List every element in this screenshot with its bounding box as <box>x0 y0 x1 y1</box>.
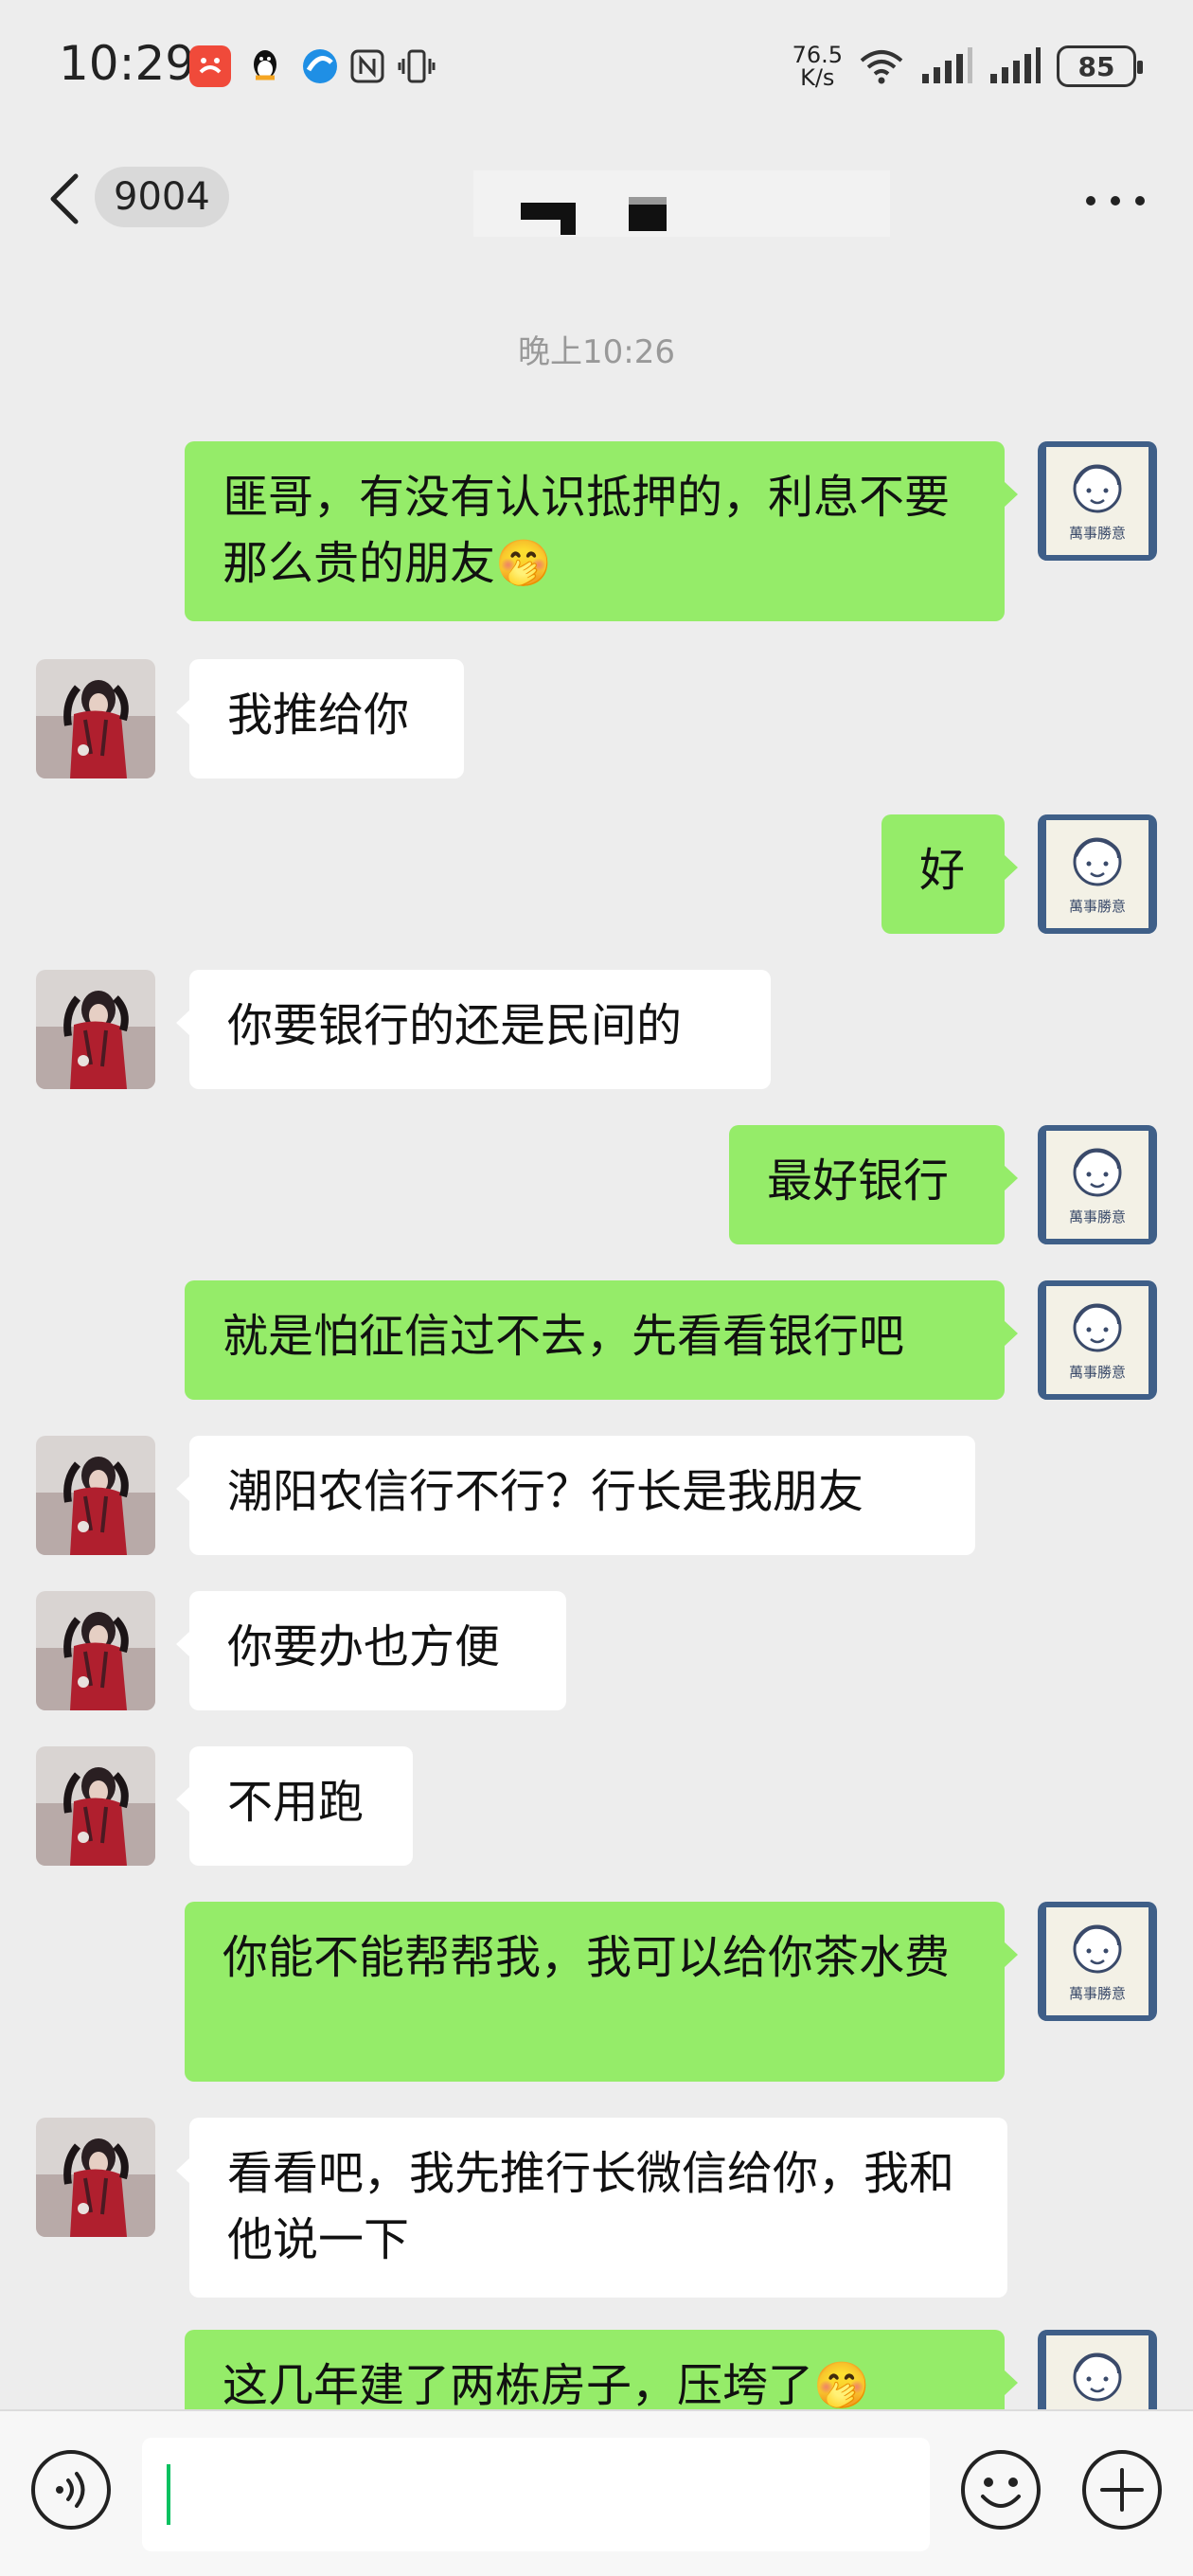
more-actions-button[interactable] <box>1079 2447 1165 2532</box>
app-notification-icon <box>189 45 231 87</box>
battery-icon: 85 <box>1057 45 1143 87</box>
contact-avatar[interactable] <box>36 1591 155 1710</box>
avatar-caption: 萬事勝意 <box>1069 898 1126 915</box>
my-avatar[interactable]: 萬事勝意 <box>1038 441 1157 561</box>
signal-icon <box>922 47 972 83</box>
wifi-icon <box>860 50 903 84</box>
my-avatar[interactable]: 萬事勝意 <box>1038 1902 1157 2021</box>
contact-avatar[interactable] <box>36 2118 155 2237</box>
message-bubble[interactable]: 你能不能帮帮我，我可以给你茶水费 <box>185 1902 1018 2082</box>
message-bubble[interactable]: 最好银行 <box>729 1125 1018 1244</box>
vibrate-icon <box>396 45 437 87</box>
plus-icon <box>1082 2450 1162 2530</box>
unread-count-badge[interactable]: 9004 <box>95 167 229 227</box>
avatar-caption: 萬事勝意 <box>1069 1985 1126 2002</box>
more-button[interactable] <box>1077 184 1153 218</box>
message-list[interactable]: 晚上10:26 匪哥，有没有认识抵押的，利息不要那么贵的朋友🤭 萬事勝意 我推给… <box>0 265 1193 2409</box>
signal-icon <box>990 47 1041 83</box>
my-avatar[interactable]: 萬事勝意 <box>1038 2330 1157 2409</box>
network-speed: 76.5 K/s <box>792 42 843 91</box>
contact-avatar[interactable] <box>36 1746 155 1866</box>
my-avatar[interactable]: 萬事勝意 <box>1038 1125 1157 1244</box>
message-bubble[interactable]: 我推给你 <box>176 659 464 778</box>
message-timestamp: 晚上10:26 <box>518 333 675 371</box>
text-caret <box>167 2464 170 2525</box>
message-input[interactable] <box>142 2438 930 2551</box>
chevron-left-icon <box>50 173 79 224</box>
laughing-emoji-icon: 🤭 <box>495 537 552 590</box>
message-bubble[interactable]: 你要银行的还是民间的 <box>176 970 771 1089</box>
nfc-icon <box>347 45 388 87</box>
input-bar <box>0 2409 1193 2576</box>
status-right: 76.5 K/s 85 <box>792 38 1143 95</box>
message-bubble[interactable]: 看看吧，我先推行长微信给你，我和他说一下 <box>176 2118 1007 2298</box>
my-avatar[interactable]: 萬事勝意 <box>1038 814 1157 934</box>
back-button[interactable] <box>38 165 95 233</box>
contact-avatar[interactable] <box>36 1436 155 1555</box>
my-avatar[interactable]: 萬事勝意 <box>1038 1280 1157 1400</box>
message-bubble[interactable]: 不用跑 <box>176 1746 413 1866</box>
more-icon <box>1086 196 1145 206</box>
status-time: 10:29 <box>59 36 196 91</box>
message-bubble[interactable]: 匪哥，有没有认识抵押的，利息不要那么贵的朋友🤭 <box>185 441 1018 621</box>
message-bubble[interactable]: 潮阳农信行不行？行长是我朋友 <box>176 1436 975 1555</box>
avatar-caption: 萬事勝意 <box>1069 1208 1126 1225</box>
voice-icon <box>31 2450 111 2530</box>
avatar-caption: 萬事勝意 <box>1069 1364 1126 1381</box>
emoji-icon <box>961 2450 1041 2530</box>
contact-avatar[interactable] <box>36 970 155 1089</box>
emoji-button[interactable] <box>958 2447 1043 2532</box>
message-bubble[interactable]: 你要办也方便 <box>176 1591 566 1710</box>
avatar-caption: 萬事勝意 <box>1069 525 1126 542</box>
laughing-emoji-icon: 🤭 <box>813 2359 870 2409</box>
message-bubble[interactable]: 这几年建了两栋房子，压垮了🤭 <box>185 2330 1018 2409</box>
qq-icon <box>244 45 286 87</box>
chat-title-redacted <box>473 170 890 237</box>
message-bubble[interactable]: 就是怕征信过不去，先看看银行吧 <box>185 1280 1018 1400</box>
voice-button[interactable] <box>28 2447 114 2532</box>
contact-avatar[interactable] <box>36 659 155 778</box>
message-bubble[interactable]: 好 <box>881 814 1018 934</box>
chat-header: 9004 <box>0 133 1193 265</box>
browser-icon <box>299 45 341 87</box>
status-bar: 10:29 76.5 K/s 85 <box>0 0 1193 133</box>
